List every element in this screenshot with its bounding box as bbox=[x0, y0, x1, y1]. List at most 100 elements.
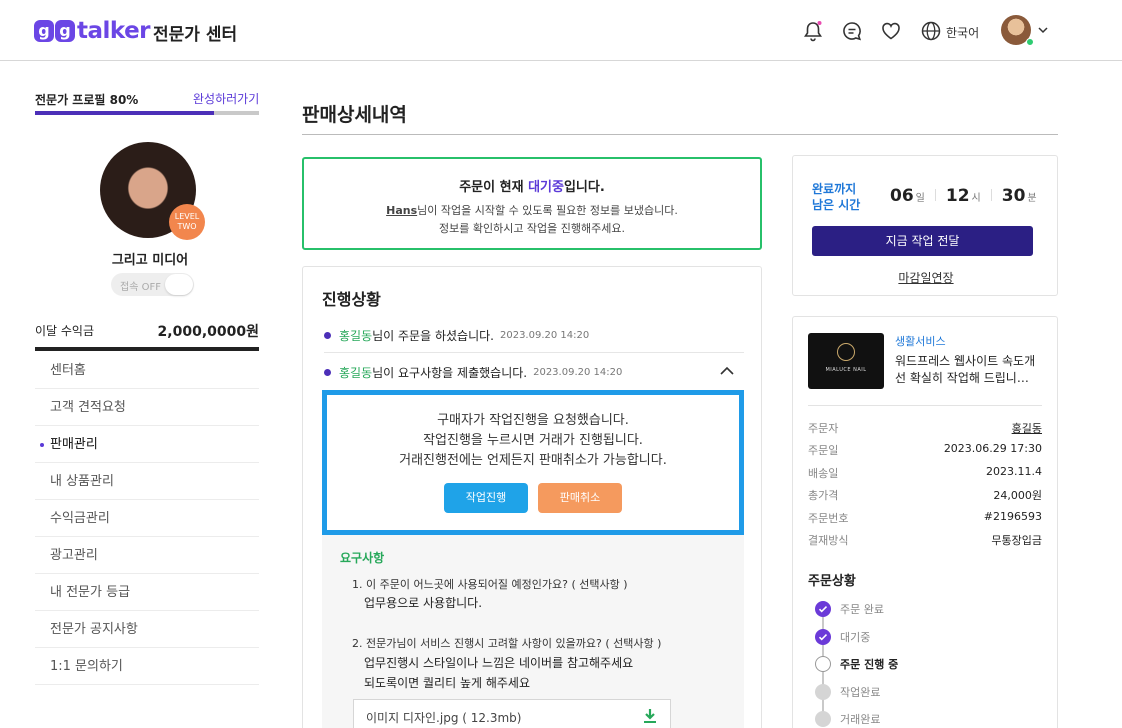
order-summary-card: MIALUCE NAIL 생활서비스 워드프레스 웹사이트 속도개선 확실히 작… bbox=[792, 316, 1058, 728]
timeline-event: 홍길동 님이 주문을 하셨습니다. 2023.09.20 14:20 bbox=[324, 327, 589, 344]
step-circle-icon bbox=[815, 683, 831, 700]
status-headline-post: 입니다. bbox=[563, 180, 605, 195]
thumbnail-brand: MIALUCE NAIL bbox=[825, 367, 867, 373]
event-text: 님이 요구사항을 제출했습니다. bbox=[372, 366, 528, 380]
sidebar-item-label: 센터홈 bbox=[50, 363, 86, 378]
sidebar-item[interactable]: 내 전문가 등급 bbox=[35, 574, 259, 611]
sidebar-item-label: 수익금관리 bbox=[50, 511, 110, 526]
action-line-3: 거래진행전에는 언제든지 판매취소가 가능합니다. bbox=[399, 453, 667, 468]
sidebar-item-label: 고객 견적요청 bbox=[50, 400, 126, 415]
online-status-dot bbox=[1026, 38, 1034, 46]
thumbnail-logo bbox=[837, 343, 855, 361]
status-highlight: 대기중 bbox=[528, 180, 564, 195]
progress-title: 진행상황 bbox=[322, 290, 381, 309]
profile-name: 그리고 미디어 bbox=[111, 253, 189, 268]
online-toggle-label: 접속 OFF bbox=[120, 282, 161, 293]
order-step: 대기중 bbox=[815, 628, 870, 646]
sidebar-menu: 센터홈고객 견적요청판매관리내 상품관리수익금관리광고관리내 전문가 등급전문가… bbox=[35, 352, 259, 685]
sidebar-item[interactable]: 전문가 공지사항 bbox=[35, 611, 259, 648]
chevron-up-icon[interactable] bbox=[719, 365, 735, 377]
sidebar-item[interactable]: 광고관리 bbox=[35, 537, 259, 574]
divider bbox=[934, 189, 936, 201]
requirement-answer-line: 되도록이면 퀄리티 높게 해주세요 bbox=[364, 676, 531, 690]
deliver-work-button[interactable]: 지금 작업 전달 bbox=[812, 226, 1033, 256]
remaining-time-label-line: 남은 시간 bbox=[812, 198, 861, 212]
event-actor[interactable]: 홍길동 bbox=[339, 327, 372, 344]
order-info-value: 2023.06.29 17:30 bbox=[943, 442, 1042, 456]
language-selector[interactable]: 한국어 bbox=[946, 24, 979, 41]
attachment-file[interactable]: 이미지 디자인.jpg ( 12.3mb) bbox=[353, 699, 671, 728]
divider bbox=[35, 347, 259, 351]
requirement-answer-line: 업무진행시 스타일이나 느낌은 네이버를 참고해주세요 bbox=[364, 656, 634, 670]
complete-profile-link[interactable]: 완성하러가기 bbox=[193, 90, 259, 107]
order-step-label: 작업완료 bbox=[840, 685, 881, 699]
requirements-title: 요구사항 bbox=[340, 551, 385, 565]
globe-icon[interactable] bbox=[920, 20, 942, 42]
divider bbox=[990, 189, 992, 201]
download-icon[interactable] bbox=[642, 708, 658, 724]
sidebar-item[interactable]: 고객 견적요청 bbox=[35, 389, 259, 426]
profile-progress-label: 전문가 프로필 80% bbox=[35, 93, 139, 107]
order-info-key: 총가격 bbox=[808, 489, 839, 503]
action-line-1: 구매자가 작업진행을 요청했습니다. bbox=[437, 413, 629, 428]
sidebar-item-label: 광고관리 bbox=[50, 548, 98, 563]
requirement-question: 1. 이 주문이 어느곳에 사용되어질 예정인가요? ( 선택사항 ) bbox=[352, 578, 628, 591]
timeline-event: 홍길동 님이 요구사항을 제출했습니다. 2023.09.20 14:20 bbox=[324, 364, 622, 381]
sidebar-item[interactable]: 판매관리 bbox=[35, 426, 259, 463]
requirement-question: 2. 전문가님이 서비스 진행시 고려할 사항이 있을까요? ( 선택사항 ) bbox=[352, 637, 662, 650]
logo-mark-letter: g bbox=[34, 20, 54, 42]
order-info-row: 결재방식 무통장입금 bbox=[808, 532, 1042, 548]
requirement-answer: 업무진행시 스타일이나 느낌은 네이버를 참고해주세요 되도록이면 퀄리티 높게… bbox=[364, 653, 633, 693]
order-info-row: 총가격 24,000원 bbox=[808, 487, 1042, 503]
event-bullet bbox=[324, 332, 331, 339]
action-line-2: 작업진행을 누르시면 거래가 진행됩니다. bbox=[423, 433, 643, 448]
service-thumbnail[interactable]: MIALUCE NAIL bbox=[808, 333, 884, 389]
attachment-name: 이미지 디자인.jpg ( 12.3mb) bbox=[366, 711, 522, 725]
order-info-key: 주문번호 bbox=[808, 511, 849, 525]
order-info-row: 주문일 2023.06.29 17:30 bbox=[808, 442, 1042, 458]
countdown-minutes-unit: 분 bbox=[1027, 193, 1037, 204]
sidebar-item-label: 판매관리 bbox=[50, 437, 98, 452]
check-icon bbox=[815, 628, 831, 645]
service-category: 생활서비스 bbox=[895, 335, 946, 348]
logo[interactable]: g g talker bbox=[34, 17, 151, 45]
action-description: 구매자가 작업진행을 요청했습니다. 작업진행을 누르시면 거래가 진행됩니다.… bbox=[327, 411, 739, 471]
logo-mark-letter: g bbox=[55, 20, 75, 42]
requirement-answer: 업무용으로 사용합니다. bbox=[364, 596, 483, 610]
event-text: 님이 주문을 하셨습니다. bbox=[372, 329, 494, 343]
status-description: Hans님이 작업을 시작할 수 있도록 필요한 정보를 보냈습니다. 정보를 … bbox=[304, 202, 760, 238]
countdown-hours: 12 bbox=[945, 186, 970, 206]
order-info-value: 24,000원 bbox=[993, 489, 1042, 503]
heart-icon[interactable] bbox=[880, 20, 902, 42]
bell-icon[interactable] bbox=[802, 20, 824, 42]
check-icon bbox=[815, 601, 831, 617]
logo-wordmark: talker bbox=[77, 18, 151, 44]
proceed-work-button[interactable]: 작업진행 bbox=[444, 483, 528, 513]
chat-icon[interactable] bbox=[841, 20, 863, 42]
header-title: 전문가 센터 bbox=[153, 25, 238, 45]
remaining-time-label-line: 완료까지 bbox=[812, 182, 857, 196]
event-actor[interactable]: 홍길동 bbox=[339, 364, 372, 381]
sidebar-item[interactable]: 수익금관리 bbox=[35, 500, 259, 537]
status-headline-pre: 주문이 현재 bbox=[459, 180, 529, 195]
extend-deadline-link[interactable]: 마감일연장 bbox=[793, 269, 1059, 286]
sidebar-item[interactable]: 1:1 문의하기 bbox=[35, 648, 259, 685]
online-toggle[interactable]: 접속 OFF bbox=[111, 273, 194, 296]
service-title[interactable]: 워드프레스 웹사이트 속도개선 확실히 작업해 드립니… bbox=[895, 353, 1043, 387]
countdown: 06 일 12 시 30 분 bbox=[890, 186, 1037, 206]
sidebar-item[interactable]: 내 상품관리 bbox=[35, 463, 259, 500]
order-step: 주문 완료 bbox=[815, 600, 884, 618]
order-info-value[interactable]: 홍길동 bbox=[1012, 420, 1042, 436]
sidebar-item-label: 내 전문가 등급 bbox=[50, 585, 131, 600]
chevron-down-icon[interactable] bbox=[1037, 24, 1049, 36]
buyer-name-link[interactable]: Hans bbox=[386, 204, 417, 217]
cancel-sale-button[interactable]: 판매취소 bbox=[538, 483, 622, 513]
order-step-label: 거래완료 bbox=[840, 713, 881, 726]
active-indicator bbox=[40, 443, 44, 447]
order-info-value: 2023.11.4 bbox=[986, 464, 1042, 478]
sidebar-item[interactable]: 센터홈 bbox=[35, 352, 259, 389]
monthly-earnings-value: 2,000,0000원 bbox=[157, 324, 259, 340]
order-info-row: 배송일 2023.11.4 bbox=[808, 465, 1042, 481]
sidebar-item-label: 1:1 문의하기 bbox=[50, 659, 123, 674]
countdown-days-unit: 일 bbox=[915, 193, 925, 204]
